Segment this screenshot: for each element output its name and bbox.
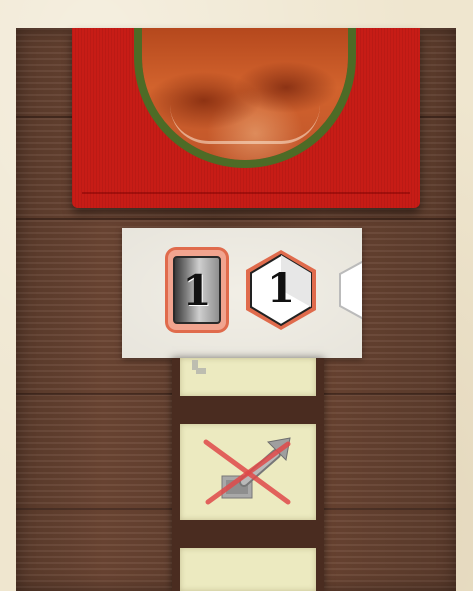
action-track	[172, 358, 324, 591]
track-slot-blocked[interactable]	[180, 424, 316, 520]
plank-seam	[16, 218, 456, 220]
hex-tile-partial-shape	[339, 260, 362, 320]
track-slot[interactable]	[180, 548, 316, 591]
track-slot[interactable]	[180, 358, 316, 396]
hex-tile-value: 1	[267, 265, 295, 312]
square-tile-value: 1	[182, 265, 212, 315]
planet-medallion-icon	[134, 28, 356, 168]
hex-tile[interactable]: 1	[242, 247, 320, 333]
cross-out-icon	[203, 439, 291, 505]
partial-glyph-icon	[192, 360, 206, 374]
square-tile-face: 1	[173, 256, 221, 324]
hex-tile-partial[interactable]	[336, 255, 362, 325]
medallion-shine	[170, 105, 320, 144]
square-tile[interactable]: 1	[168, 250, 226, 330]
